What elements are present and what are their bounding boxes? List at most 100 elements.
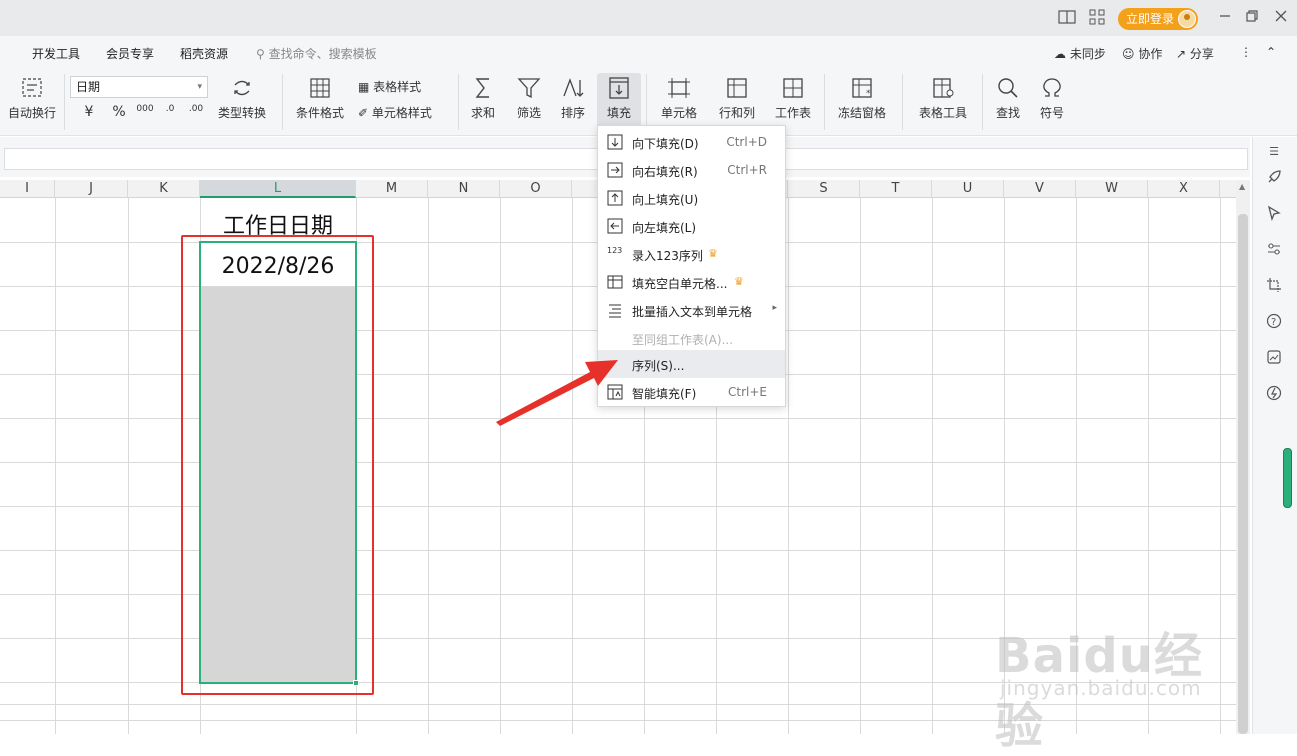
sort-button[interactable]: 排序 (554, 76, 592, 121)
row-col-button[interactable]: 行和列 (712, 76, 762, 121)
avatar (1178, 10, 1196, 28)
menu-fill-right-shortcut: Ctrl+R (727, 163, 767, 177)
fill-up-icon (607, 190, 623, 206)
side-panel-toggle[interactable] (1283, 448, 1292, 508)
increase-decimal-button[interactable]: .0 (160, 104, 180, 114)
menu-fill-blank-cells[interactable]: 填充空白单元格... ♛ (598, 268, 785, 296)
login-label: 立即登录 (1126, 12, 1175, 26)
image-tool-icon[interactable] (1263, 349, 1285, 371)
ai-assistant-icon[interactable] (1263, 385, 1285, 407)
fill-down-icon (607, 134, 623, 150)
menu-enter-123-sequence[interactable]: 123 录入123序列 ♛ (598, 240, 785, 268)
menu-member[interactable]: 会员专享 (106, 45, 154, 62)
minimize-icon[interactable] (1216, 9, 1234, 27)
type-convert-label: 类型转换 (217, 106, 266, 120)
col-header-n[interactable]: N (428, 180, 500, 198)
close-icon[interactable] (1272, 9, 1290, 27)
brush-icon: ✐ (358, 106, 369, 120)
increase-decimal-label: .0 (165, 104, 175, 114)
crown-icon: ♛ (734, 275, 744, 288)
menu-fill-up[interactable]: 向上填充(U) (598, 184, 785, 212)
more-icon[interactable]: ⋮ (1240, 45, 1252, 59)
menu-batch-insert-text[interactable]: 批量插入文本到单元格 ▸ (598, 296, 785, 324)
col-header-o[interactable]: O (500, 180, 572, 198)
col-header-u[interactable]: U (932, 180, 1004, 198)
cursor-select-icon[interactable] (1263, 205, 1285, 227)
cell-icon (668, 78, 690, 98)
table-tools-button[interactable]: 表格工具 (910, 76, 976, 121)
scroll-up-icon[interactable]: ▲ (1239, 182, 1245, 191)
restore-icon[interactable] (1243, 9, 1261, 27)
col-header-l[interactable]: L (200, 180, 356, 198)
share-button[interactable]: ↗ 分享 (1176, 45, 1214, 62)
col-header-k[interactable]: K (128, 180, 200, 198)
symbol-button[interactable]: 符号 (1034, 76, 1070, 121)
number-format-value: 日期 (76, 80, 101, 94)
currency-button[interactable]: ¥ (76, 104, 102, 120)
search-placeholder: 查找命令、搜索模板 (268, 47, 377, 61)
menu-fill-left-label: 向左填充(L) (632, 221, 697, 235)
crown-icon: ♛ (708, 247, 718, 260)
cell-button[interactable]: 单元格 (654, 76, 704, 121)
table-style-button[interactable]: ▦ 表格样式 (358, 78, 448, 95)
separator (458, 74, 459, 130)
panel-handle-icon[interactable]: ☰ (1263, 141, 1285, 163)
menu-dev-tools[interactable]: 开发工具 (32, 45, 80, 62)
menu-smart-fill-label: 智能填充(F) (632, 387, 697, 401)
col-header-w[interactable]: W (1076, 180, 1148, 198)
table-tools-label: 表格工具 (918, 106, 967, 120)
menu-docer[interactable]: 稻壳资源 (180, 45, 228, 62)
col-header-t[interactable]: T (860, 180, 932, 198)
col-header-s[interactable]: S (788, 180, 860, 198)
type-convert-button[interactable]: 类型转换 (212, 76, 272, 121)
login-button[interactable]: 立即登录 (1118, 8, 1198, 30)
thousands-button[interactable]: 000 (134, 104, 156, 114)
find-button[interactable]: 查找 (990, 76, 1026, 121)
submenu-arrow-icon: ▸ (772, 303, 777, 313)
svg-text:*: * (866, 89, 871, 99)
menu-fill-down[interactable]: 向下填充(D) Ctrl+D (598, 128, 785, 156)
grid-apps-icon[interactable] (1088, 9, 1106, 27)
col-header-m[interactable]: M (356, 180, 428, 198)
find-label: 查找 (995, 106, 1020, 120)
menu-fill-right[interactable]: 向右填充(R) Ctrl+R (598, 156, 785, 184)
filter-button[interactable]: 筛选 (510, 76, 548, 121)
rocket-icon[interactable] (1263, 169, 1285, 191)
conditional-format-button[interactable]: 条件格式 (290, 76, 350, 121)
freeze-label: 冻结窗格 (837, 106, 886, 120)
menu-batch-insert-label: 批量插入文本到单元格 (632, 305, 753, 319)
col-header-v[interactable]: V (1004, 180, 1076, 198)
cell-style-button[interactable]: ✐ 单元格样式 (358, 104, 450, 121)
number-format-select[interactable]: 日期 ▾ (70, 76, 208, 98)
separator (282, 74, 283, 130)
magnifier-icon (998, 78, 1018, 98)
menu-fill-left[interactable]: 向左填充(L) (598, 212, 785, 240)
auto-wrap-label: 自动换行 (7, 106, 56, 120)
collab-button[interactable]: ☺ 协作 (1122, 45, 1162, 62)
crop-icon[interactable] (1263, 277, 1285, 299)
freeze-panes-button[interactable]: * 冻结窗格 (832, 76, 892, 121)
percent-button[interactable]: % (110, 104, 128, 120)
grid-line (128, 198, 129, 734)
vertical-scrollbar[interactable]: ▲ (1236, 180, 1250, 734)
sum-button[interactable]: 求和 (466, 76, 500, 121)
sync-button[interactable]: ☁ 未同步 (1054, 45, 1106, 62)
split-view-icon[interactable] (1058, 9, 1076, 27)
col-header-x[interactable]: X (1148, 180, 1220, 198)
sheet-button[interactable]: 工作表 (768, 76, 818, 121)
scroll-thumb[interactable] (1238, 214, 1248, 734)
help-icon[interactable]: ? (1263, 313, 1285, 335)
col-header-j[interactable]: J (55, 180, 128, 198)
collapse-ribbon-icon[interactable]: ⌃ (1266, 45, 1276, 59)
grid-line (932, 198, 933, 734)
command-search[interactable]: ⚲ 查找命令、搜索模板 (256, 45, 377, 62)
menu-smart-fill-shortcut: Ctrl+E (728, 385, 767, 399)
auto-wrap-button[interactable]: 自动换行 (6, 76, 58, 121)
separator (646, 74, 647, 130)
freeze-icon: * (852, 78, 872, 99)
fill-button[interactable]: 填充 (597, 73, 641, 127)
menu-fill-blank-label: 填充空白单元格... (632, 277, 728, 291)
decrease-decimal-button[interactable]: .00 (186, 104, 206, 114)
col-header-i[interactable]: I (0, 180, 55, 198)
sliders-icon[interactable] (1263, 241, 1285, 263)
